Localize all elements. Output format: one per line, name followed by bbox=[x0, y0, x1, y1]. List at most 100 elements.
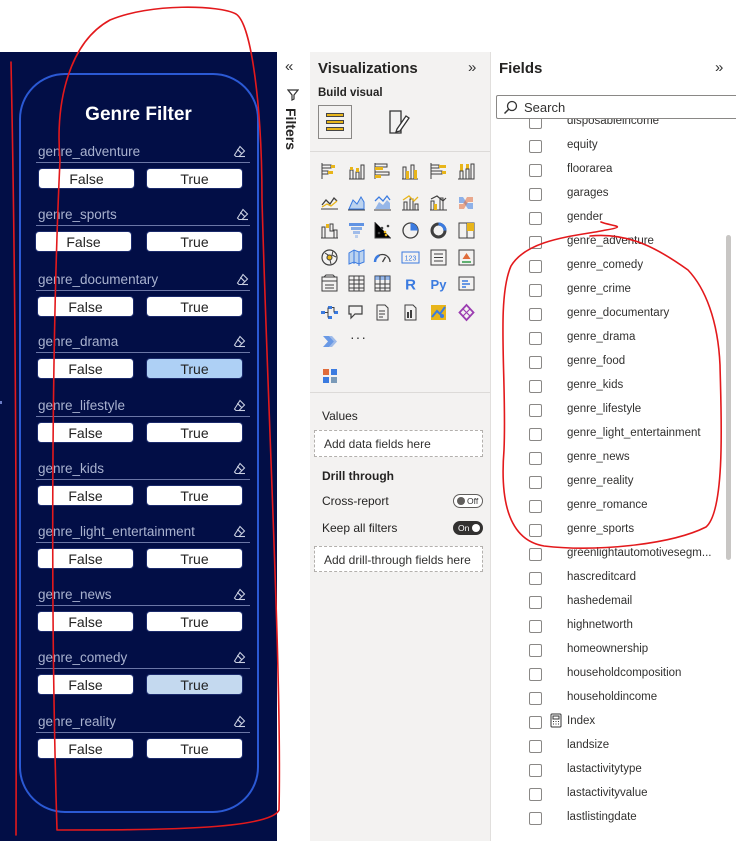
true-option-button[interactable]: True bbox=[146, 168, 243, 189]
true-option-button[interactable]: True bbox=[146, 296, 243, 317]
field-item[interactable]: homeownership bbox=[491, 638, 726, 662]
false-option-button[interactable]: False bbox=[37, 738, 134, 759]
field-checkbox[interactable] bbox=[529, 119, 542, 129]
field-checkbox[interactable] bbox=[529, 764, 542, 777]
decomposition-tree-icon[interactable] bbox=[320, 303, 339, 322]
field-item[interactable]: landsize bbox=[491, 734, 726, 758]
field-item[interactable]: hascreditcard bbox=[491, 566, 726, 590]
false-option-button[interactable]: False bbox=[37, 611, 134, 632]
field-item[interactable]: genre_food bbox=[491, 350, 726, 374]
qa-visual-icon[interactable] bbox=[347, 303, 366, 322]
true-option-button[interactable]: True bbox=[146, 674, 243, 695]
true-option-button[interactable]: True bbox=[146, 738, 243, 759]
clear-selections-eraser-icon[interactable] bbox=[233, 588, 246, 601]
keep-filters-toggle[interactable]: On bbox=[453, 521, 483, 535]
100-stacked-column-chart-icon[interactable] bbox=[457, 162, 476, 181]
power-apps-icon[interactable] bbox=[457, 303, 476, 322]
clustered-bar-chart-icon[interactable] bbox=[373, 162, 392, 181]
r-visual-icon[interactable]: R bbox=[401, 274, 420, 294]
field-item[interactable]: genre_drama bbox=[491, 326, 726, 350]
filters-pane-collapsed[interactable]: « Filters bbox=[277, 52, 311, 841]
field-checkbox[interactable] bbox=[529, 164, 542, 177]
line-chart-icon[interactable] bbox=[320, 193, 339, 212]
field-item[interactable]: genre_adventure bbox=[491, 230, 726, 254]
100-stacked-bar-chart-icon[interactable] bbox=[429, 162, 448, 181]
matrix-icon[interactable] bbox=[373, 274, 392, 293]
true-option-button[interactable]: True bbox=[146, 611, 243, 632]
funnel-chart-icon[interactable] bbox=[347, 221, 366, 240]
field-item[interactable]: genre_documentary bbox=[491, 302, 726, 326]
clear-selections-eraser-icon[interactable] bbox=[233, 462, 246, 475]
false-option-button[interactable]: False bbox=[37, 674, 134, 695]
field-checkbox[interactable] bbox=[529, 740, 542, 753]
false-option-button[interactable]: False bbox=[37, 485, 134, 506]
field-item[interactable]: genre_lifestyle bbox=[491, 398, 726, 422]
false-option-button[interactable]: False bbox=[38, 168, 135, 189]
field-item[interactable]: gender bbox=[491, 206, 726, 230]
line-clustered-column-chart-icon[interactable] bbox=[429, 193, 448, 212]
power-automate-icon[interactable] bbox=[320, 332, 339, 351]
field-checkbox[interactable] bbox=[529, 644, 542, 657]
field-item[interactable]: garages bbox=[491, 182, 726, 206]
ribbon-chart-icon[interactable] bbox=[457, 193, 476, 212]
field-item[interactable]: highnetworth bbox=[491, 614, 726, 638]
field-item[interactable]: genre_light_entertainment bbox=[491, 422, 726, 446]
collapse-chevron-icon[interactable]: » bbox=[715, 59, 723, 76]
clear-selections-eraser-icon[interactable] bbox=[233, 399, 246, 412]
values-drop-zone[interactable]: Add data fields here bbox=[314, 430, 483, 457]
search-input[interactable]: Search bbox=[496, 95, 736, 119]
field-checkbox[interactable] bbox=[529, 284, 542, 297]
map-icon[interactable] bbox=[320, 248, 339, 267]
field-item[interactable]: genre_comedy bbox=[491, 254, 726, 278]
true-option-button[interactable]: True bbox=[146, 422, 243, 443]
field-item[interactable]: genre_sports bbox=[491, 518, 726, 542]
false-option-button[interactable]: False bbox=[37, 358, 134, 379]
build-visual-button[interactable] bbox=[318, 105, 352, 139]
key-influencers-icon[interactable] bbox=[457, 274, 476, 293]
field-checkbox[interactable] bbox=[529, 548, 542, 561]
field-checkbox[interactable] bbox=[529, 788, 542, 801]
field-checkbox[interactable] bbox=[529, 404, 542, 417]
field-checkbox[interactable] bbox=[529, 212, 542, 225]
field-item[interactable]: floorarea bbox=[491, 158, 726, 182]
field-item[interactable]: householdcomposition bbox=[491, 662, 726, 686]
python-visual-icon[interactable]: Py bbox=[429, 274, 448, 293]
true-option-button[interactable]: True bbox=[146, 548, 243, 569]
field-checkbox[interactable] bbox=[529, 692, 542, 705]
field-item[interactable]: genre_kids bbox=[491, 374, 726, 398]
clear-selections-eraser-icon[interactable] bbox=[233, 525, 246, 538]
field-checkbox[interactable] bbox=[529, 596, 542, 609]
field-checkbox[interactable] bbox=[529, 572, 542, 585]
field-item[interactable]: greenlightautomotivesegm... bbox=[491, 542, 726, 566]
format-visual-icon[interactable] bbox=[385, 108, 413, 136]
field-checkbox[interactable] bbox=[529, 260, 542, 273]
field-checkbox[interactable] bbox=[529, 668, 542, 681]
multi-row-card-icon[interactable] bbox=[429, 248, 448, 267]
clear-selections-eraser-icon[interactable] bbox=[233, 651, 246, 664]
field-item[interactable]: householdincome bbox=[491, 686, 726, 710]
field-checkbox[interactable] bbox=[529, 452, 542, 465]
field-checkbox[interactable] bbox=[529, 620, 542, 633]
line-stacked-column-chart-icon[interactable] bbox=[401, 193, 420, 212]
false-option-button[interactable]: False bbox=[37, 296, 134, 317]
false-option-button[interactable]: False bbox=[37, 548, 134, 569]
field-checkbox[interactable] bbox=[529, 524, 542, 537]
true-option-button[interactable]: True bbox=[146, 485, 243, 506]
gauge-icon[interactable] bbox=[373, 248, 392, 267]
cross-report-toggle[interactable]: Off bbox=[453, 494, 483, 508]
treemap-icon[interactable] bbox=[457, 221, 476, 240]
slicer-icon[interactable] bbox=[320, 274, 339, 293]
field-checkbox[interactable] bbox=[529, 356, 542, 369]
stacked-column-chart-icon[interactable] bbox=[347, 162, 366, 181]
field-item[interactable]: lastactivitytype bbox=[491, 758, 726, 782]
true-option-button[interactable]: True bbox=[146, 358, 243, 379]
arcgis-map-icon[interactable] bbox=[429, 303, 448, 322]
field-list-scrollbar[interactable] bbox=[726, 235, 731, 560]
field-checkbox[interactable] bbox=[529, 812, 542, 825]
field-checkbox[interactable] bbox=[529, 332, 542, 345]
scatter-chart-icon[interactable] bbox=[373, 221, 392, 240]
clear-selections-eraser-icon[interactable] bbox=[233, 145, 246, 158]
field-checkbox[interactable] bbox=[529, 188, 542, 201]
custom-visuals-icon[interactable] bbox=[322, 368, 338, 384]
collapse-chevron-icon[interactable]: » bbox=[468, 59, 476, 76]
